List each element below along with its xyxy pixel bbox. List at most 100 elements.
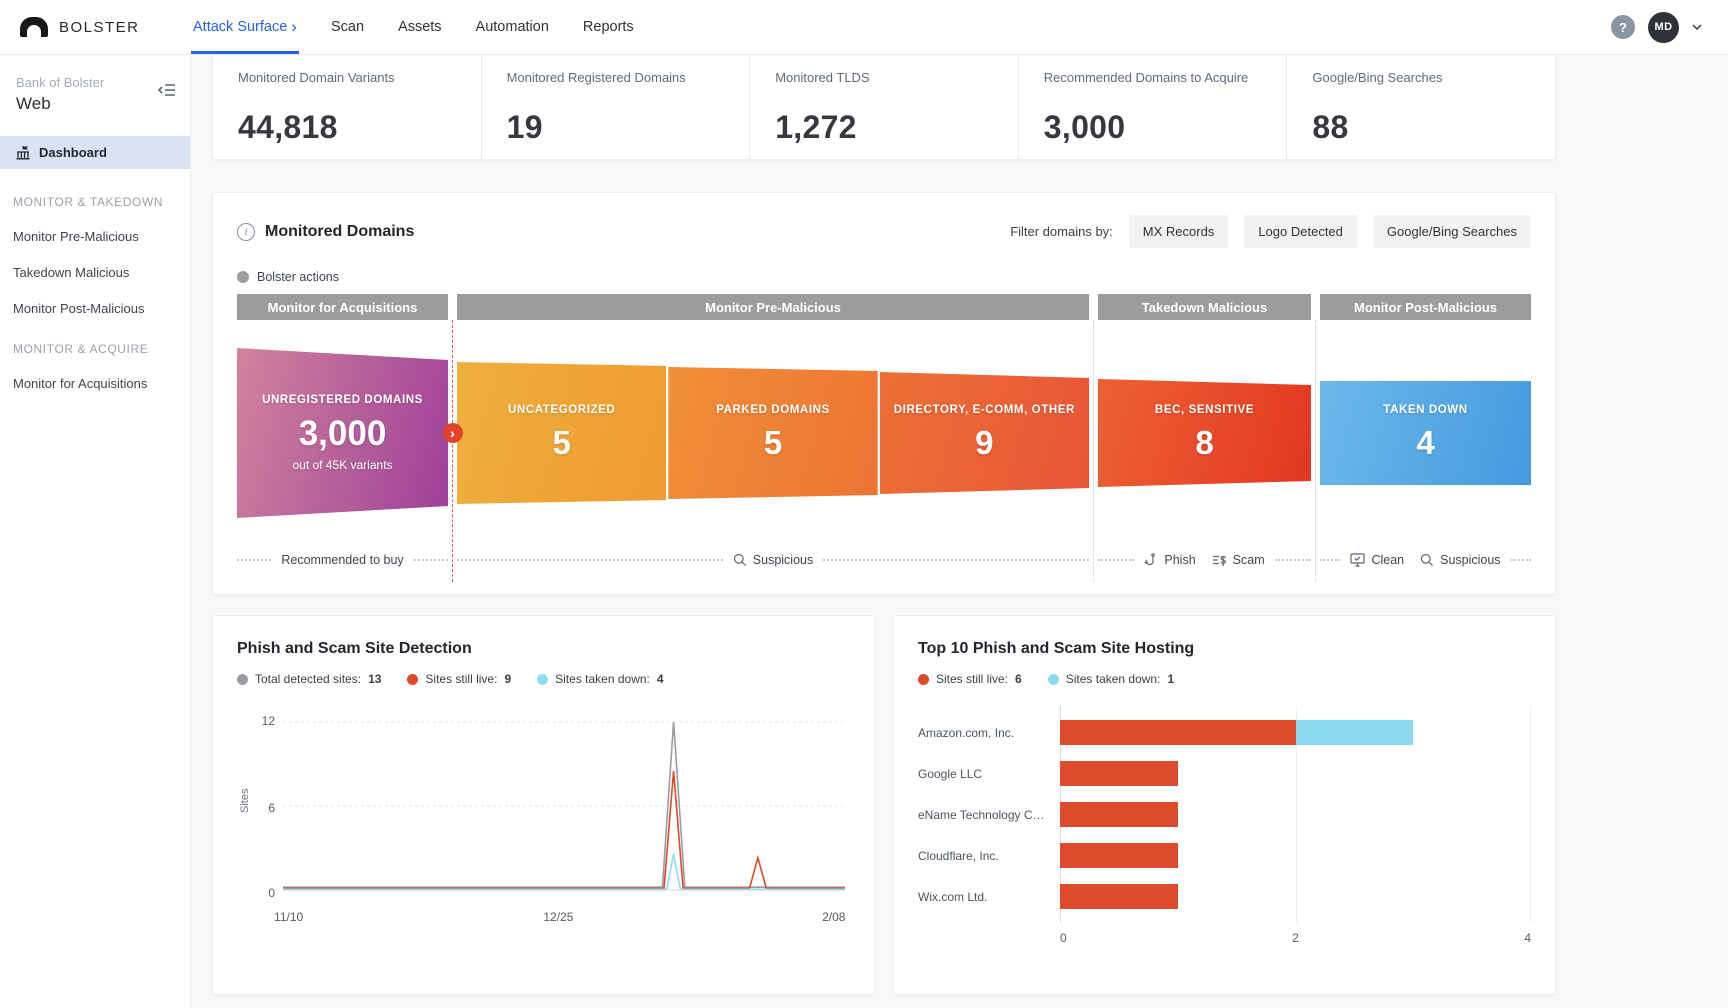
- y-axis: Sites 12 6 0: [237, 716, 283, 898]
- x-axis: 0 2 4: [1060, 929, 1531, 949]
- x-axis: 11/10 12/25 2/08: [283, 906, 845, 928]
- bar-row-amazon: Amazon.com, Inc.: [918, 712, 1531, 753]
- monitored-domains-panel: i Monitored Domains Filter domains by: M…: [212, 192, 1556, 595]
- legend-dot: [237, 674, 248, 685]
- funnel-segment-directory-ecomm-other[interactable]: DIRECTORY, E-COMM, OTHER 9: [880, 338, 1089, 538]
- bar-chart: Amazon.com, Inc. Google LLC eName Techno…: [918, 712, 1531, 949]
- y-axis-title: Sites: [239, 789, 251, 813]
- sidebar-item-label: Dashboard: [39, 145, 107, 160]
- bar-row-ename: eName Technology Co....: [918, 794, 1531, 835]
- line-chart[interactable]: Sites 12 6 0: [237, 716, 850, 898]
- legend-sites-still-live: Sites still live: 6: [918, 672, 1022, 686]
- user-avatar[interactable]: MD: [1648, 12, 1679, 43]
- stage-header-monitor-post-malicious: Monitor Post-Malicious: [1320, 294, 1531, 320]
- legend-dot: [918, 674, 929, 685]
- funnel-divider: [1311, 320, 1320, 582]
- sidebar-item-monitor-post-malicious[interactable]: Monitor Post-Malicious: [0, 301, 190, 316]
- org-name: Bank of Bolster: [16, 75, 104, 90]
- legend-sites-taken-down: Sites taken down: 4: [537, 672, 663, 686]
- top-nav: BOLSTER Attack Surface › Scan Assets Aut…: [0, 0, 1728, 55]
- legend-sites-taken-down: Sites taken down: 1: [1048, 672, 1174, 686]
- main-nav: Attack Surface › Scan Assets Automation …: [193, 0, 634, 54]
- magnifier-icon: [1420, 553, 1434, 567]
- chart-title: Top 10 Phish and Scam Site Hosting: [918, 640, 1531, 658]
- line-chart-legend: Total detected sites: 13 Sites still liv…: [237, 672, 850, 686]
- funnel-segment-parked-domains[interactable]: PARKED DOMAINS 5: [668, 338, 877, 538]
- stat-monitored-registered-domains: Monitored Registered Domains 19: [481, 55, 750, 159]
- bolster-logo: [20, 17, 48, 37]
- funnel-footnote-post-malicious: Clean Suspicious: [1320, 538, 1531, 582]
- sidebar-item-monitor-for-acquisitions[interactable]: Monitor for Acquisitions: [0, 376, 190, 391]
- stage-header-monitor-pre-malicious: Monitor Pre-Malicious: [457, 294, 1089, 320]
- stat-monitored-domain-variants: Monitored Domain Variants 44,818: [213, 55, 481, 159]
- magnifier-icon: [733, 553, 747, 567]
- line-chart-plot: [283, 716, 845, 898]
- funnel-segment-uncategorized[interactable]: UNCATEGORIZED 5: [457, 338, 666, 538]
- brand: BOLSTER: [0, 0, 191, 54]
- legend-dot: [237, 271, 249, 283]
- sidebar-section-monitor-acquire: MONITOR & ACQUIRE: [0, 342, 190, 356]
- filter-mx-records-button[interactable]: MX Records: [1129, 215, 1229, 248]
- nav-right: ? MD: [1611, 0, 1728, 54]
- sidebar-collapse-icon[interactable]: [158, 83, 176, 97]
- bar-sites-still-live[interactable]: [1060, 720, 1296, 745]
- nav-assets[interactable]: Assets: [398, 0, 442, 54]
- bar-row-wix: Wix.com Ltd.: [918, 876, 1531, 917]
- sidebar-item-takedown-malicious[interactable]: Takedown Malicious: [0, 265, 190, 280]
- funnel-flow-arrow-button[interactable]: ›: [443, 423, 463, 443]
- domain-funnel: Monitor for Acquisitions Monitor Pre-Mal…: [237, 294, 1531, 582]
- sidebar-item-dashboard[interactable]: Dashboard: [0, 136, 190, 169]
- legend-dot: [1048, 674, 1059, 685]
- nav-reports[interactable]: Reports: [583, 0, 634, 54]
- help-button[interactable]: ?: [1611, 15, 1635, 39]
- filter-google-bing-button[interactable]: Google/Bing Searches: [1373, 215, 1531, 248]
- sidebar-item-monitor-pre-malicious[interactable]: Monitor Pre-Malicious: [0, 229, 190, 244]
- top-hosting-card: Top 10 Phish and Scam Site Hosting Sites…: [893, 615, 1556, 995]
- nav-attack-surface[interactable]: Attack Surface ›: [193, 0, 297, 54]
- brand-name: BOLSTER: [59, 19, 140, 36]
- panel-title: Monitored Domains: [265, 223, 414, 241]
- dashboard-bank-icon: [16, 146, 30, 160]
- funnel-divider: [1089, 320, 1098, 582]
- sidebar: Bank of Bolster Web Dashboard MONITOR & …: [0, 55, 191, 1008]
- main-content: Monitored Domain Variants 44,818 Monitor…: [191, 55, 1728, 1008]
- stage-header-takedown-malicious: Takedown Malicious: [1098, 294, 1311, 320]
- funnel-segment-taken-down[interactable]: TAKEN DOWN 4: [1320, 381, 1531, 485]
- workspace-name[interactable]: Web: [16, 94, 104, 114]
- legend-sites-still-live: Sites still live: 9: [407, 672, 511, 686]
- sidebar-section-monitor-takedown: MONITOR & TAKEDOWN: [0, 195, 190, 209]
- phish-hook-icon: [1144, 553, 1158, 567]
- stat-google-bing-searches: Google/Bing Searches 88: [1286, 55, 1555, 159]
- funnel-segment-unregistered-domains[interactable]: UNREGISTERED DOMAINS 3,000 out of 45K va…: [237, 338, 448, 538]
- info-icon[interactable]: i: [237, 223, 255, 241]
- scam-icon: [1212, 553, 1227, 567]
- funnel-divider-red: ›: [448, 320, 457, 582]
- nav-scan[interactable]: Scan: [331, 0, 364, 54]
- chart-title: Phish and Scam Site Detection: [237, 640, 850, 658]
- legend-dot: [537, 674, 548, 685]
- bar-sites-still-live[interactable]: [1060, 884, 1178, 909]
- chevron-right-icon: ›: [291, 18, 297, 35]
- funnel-footnote-acquisitions: Recommended to buy: [237, 538, 448, 582]
- bar-sites-still-live[interactable]: [1060, 802, 1178, 827]
- stage-header-monitor-for-acquisitions: Monitor for Acquisitions: [237, 294, 448, 320]
- bar-row-google: Google LLC: [918, 753, 1531, 794]
- nav-automation[interactable]: Automation: [476, 0, 549, 54]
- workspace-switcher: Bank of Bolster Web: [0, 75, 190, 114]
- bar-chart-legend: Sites still live: 6 Sites taken down: 1: [918, 672, 1531, 686]
- bolster-actions-legend: Bolster actions: [237, 270, 1531, 284]
- nav-attack-surface-label: Attack Surface: [193, 19, 287, 35]
- bar-sites-taken-down[interactable]: [1296, 720, 1414, 745]
- filter-logo-detected-button[interactable]: Logo Detected: [1244, 215, 1357, 248]
- bar-sites-still-live[interactable]: [1060, 843, 1178, 868]
- legend-total-detected: Total detected sites: 13: [237, 672, 381, 686]
- phish-scam-detection-card: Phish and Scam Site Detection Total dete…: [212, 615, 875, 995]
- funnel-segment-bec-sensitive[interactable]: BEC, SENSITIVE 8: [1098, 338, 1311, 538]
- funnel-footnote-pre-malicious: Suspicious: [457, 538, 1089, 582]
- filter-label: Filter domains by:: [1010, 224, 1113, 239]
- stats-panel: Monitored Domain Variants 44,818 Monitor…: [212, 55, 1556, 160]
- chevron-down-icon[interactable]: [1692, 22, 1702, 32]
- bar-row-cloudflare: Cloudflare, Inc.: [918, 835, 1531, 876]
- bar-sites-still-live[interactable]: [1060, 761, 1178, 786]
- funnel-footnote-takedown: Phish Scam: [1098, 538, 1311, 582]
